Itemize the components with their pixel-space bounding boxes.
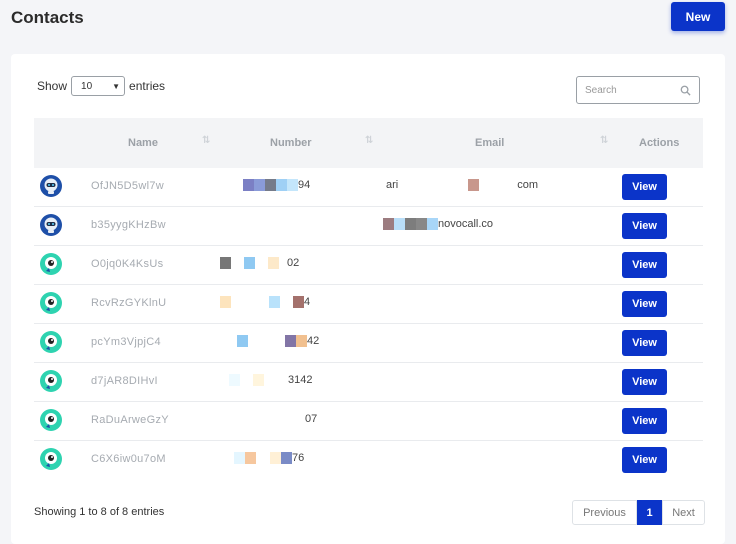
table-row: OfJN5D5wl7w 94 ari com View	[34, 168, 703, 207]
show-label: Show	[37, 79, 68, 93]
column-header-email[interactable]: Email	[475, 137, 504, 149]
pagination: Previous 1 Next	[572, 500, 705, 525]
chat-avatar-icon	[40, 292, 62, 314]
table-row: RcvRzGYKlnU 4 View	[34, 285, 703, 324]
chat-avatar-icon	[40, 448, 62, 470]
contact-number: 94	[243, 179, 310, 191]
number-visible-part: 94	[298, 179, 311, 191]
contact-number: 02	[220, 257, 299, 269]
email-visible-part: novocall.co	[438, 218, 494, 230]
sort-icon[interactable]: ⇅	[202, 135, 211, 146]
entries-select[interactable]: 10 ▼	[71, 76, 126, 96]
entries-label: entries	[129, 79, 166, 93]
chat-avatar-icon	[40, 370, 62, 392]
sort-icon[interactable]: ⇅	[365, 135, 374, 146]
view-contact-button[interactable]: View	[622, 369, 667, 395]
view-contact-button[interactable]: View	[622, 408, 667, 434]
number-visible-part: 3142	[288, 374, 313, 386]
entries-select-value: 10	[81, 80, 93, 92]
page-title: Contacts	[11, 8, 84, 27]
table-body: OfJN5D5wl7w 94 ari com View b35yygKHzBw …	[34, 168, 703, 479]
contact-number: 07	[305, 413, 317, 425]
robot-avatar-icon	[40, 214, 62, 236]
column-header-name[interactable]: Name	[128, 137, 158, 149]
view-contact-button[interactable]: View	[622, 213, 667, 239]
email-visible-part: com	[517, 179, 539, 191]
contact-name[interactable]: C6X6iw0u7oM	[91, 453, 166, 465]
number-visible-part: 02	[287, 257, 300, 269]
view-contact-button[interactable]: View	[622, 330, 667, 356]
view-contact-button[interactable]: View	[622, 174, 667, 200]
sort-icon[interactable]: ⇅	[600, 135, 609, 146]
number-visible-part: 07	[305, 413, 318, 425]
column-header-number[interactable]: Number	[270, 137, 312, 149]
entries-length-control: Show 10 ▼ entries	[37, 76, 165, 96]
contact-name[interactable]: pcYm3VjpjC4	[91, 336, 161, 348]
contact-name[interactable]: RaDuArweGzY	[91, 414, 169, 426]
contact-number: 42	[237, 335, 319, 347]
contact-number: 76	[234, 452, 304, 464]
number-visible-part: 4	[304, 296, 311, 308]
view-contact-button[interactable]: View	[622, 252, 667, 278]
page-1-button[interactable]: 1	[637, 500, 662, 525]
chat-avatar-icon	[40, 253, 62, 275]
number-visible-part: 76	[292, 452, 305, 464]
search-icon	[680, 85, 691, 96]
contact-name[interactable]: OfJN5D5wl7w	[91, 180, 164, 192]
email-visible-part: ari	[386, 179, 399, 191]
chevron-down-icon: ▼	[112, 81, 121, 91]
next-page-button[interactable]: Next	[662, 500, 705, 525]
table-row: RaDuArweGzY 07 View	[34, 402, 703, 441]
number-visible-part: 42	[307, 335, 320, 347]
view-contact-button[interactable]: View	[622, 291, 667, 317]
contact-name[interactable]: O0jq0K4KsUs	[91, 258, 163, 270]
new-contact-button[interactable]: New	[671, 2, 725, 31]
contact-email: novocall.co	[383, 218, 493, 230]
table-row: d7jAR8DIHvI 3142 View	[34, 363, 703, 402]
contacts-card: Show 10 ▼ entries Search Name ⇅ Number ⇅…	[11, 54, 725, 544]
contact-name[interactable]: b35yygKHzBw	[91, 219, 166, 231]
column-header-actions: Actions	[639, 137, 680, 149]
table-info: Showing 1 to 8 of 8 entries	[34, 506, 165, 518]
contact-number: 3142	[229, 374, 312, 386]
table-row: b35yygKHzBw novocall.co View	[34, 207, 703, 246]
contact-name[interactable]: d7jAR8DIHvI	[91, 375, 158, 387]
robot-avatar-icon	[40, 175, 62, 197]
previous-page-button[interactable]: Previous	[572, 500, 637, 525]
table-row: O0jq0K4KsUs 02 View	[34, 246, 703, 285]
contact-email: ari com	[386, 179, 538, 191]
chat-avatar-icon	[40, 409, 62, 431]
search-input[interactable]: Search	[576, 76, 700, 104]
table-row: C6X6iw0u7oM 76 View	[34, 441, 703, 479]
contact-number: 4	[220, 296, 310, 308]
view-contact-button[interactable]: View	[622, 447, 667, 473]
table-header: Name ⇅ Number ⇅ Email ⇅ Actions	[34, 118, 703, 168]
table-row: pcYm3VjpjC4 42 View	[34, 324, 703, 363]
chat-avatar-icon	[40, 331, 62, 353]
contact-name[interactable]: RcvRzGYKlnU	[91, 297, 166, 309]
search-placeholder: Search	[585, 84, 617, 96]
